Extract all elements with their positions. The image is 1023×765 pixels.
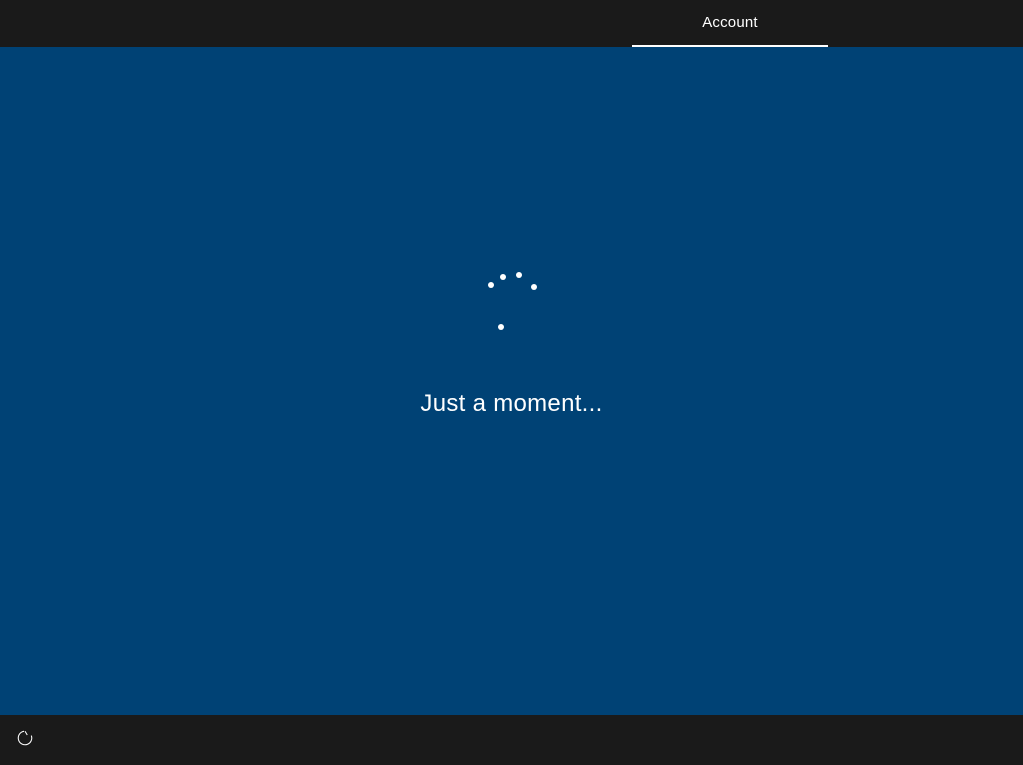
loading-block: Just a moment... <box>420 264 602 418</box>
tab-account[interactable]: Account <box>632 0 828 47</box>
spinner-dot <box>516 272 522 278</box>
tab-account-label: Account <box>702 14 758 31</box>
spinner-dot <box>500 274 506 280</box>
bottom-bar <box>0 715 1023 765</box>
top-tab-bar: Account <box>0 0 1023 47</box>
loading-spinner-icon <box>476 264 546 334</box>
spinner-dot <box>488 282 494 288</box>
spinner-dot <box>531 284 537 290</box>
oobe-screen: Account Just a moment... <box>0 0 1023 765</box>
ease-of-access-button[interactable] <box>14 729 36 751</box>
loading-message: Just a moment... <box>420 390 602 418</box>
spinner-dot <box>498 324 504 330</box>
ease-of-access-icon <box>16 729 34 752</box>
content-area: Just a moment... <box>0 47 1023 715</box>
